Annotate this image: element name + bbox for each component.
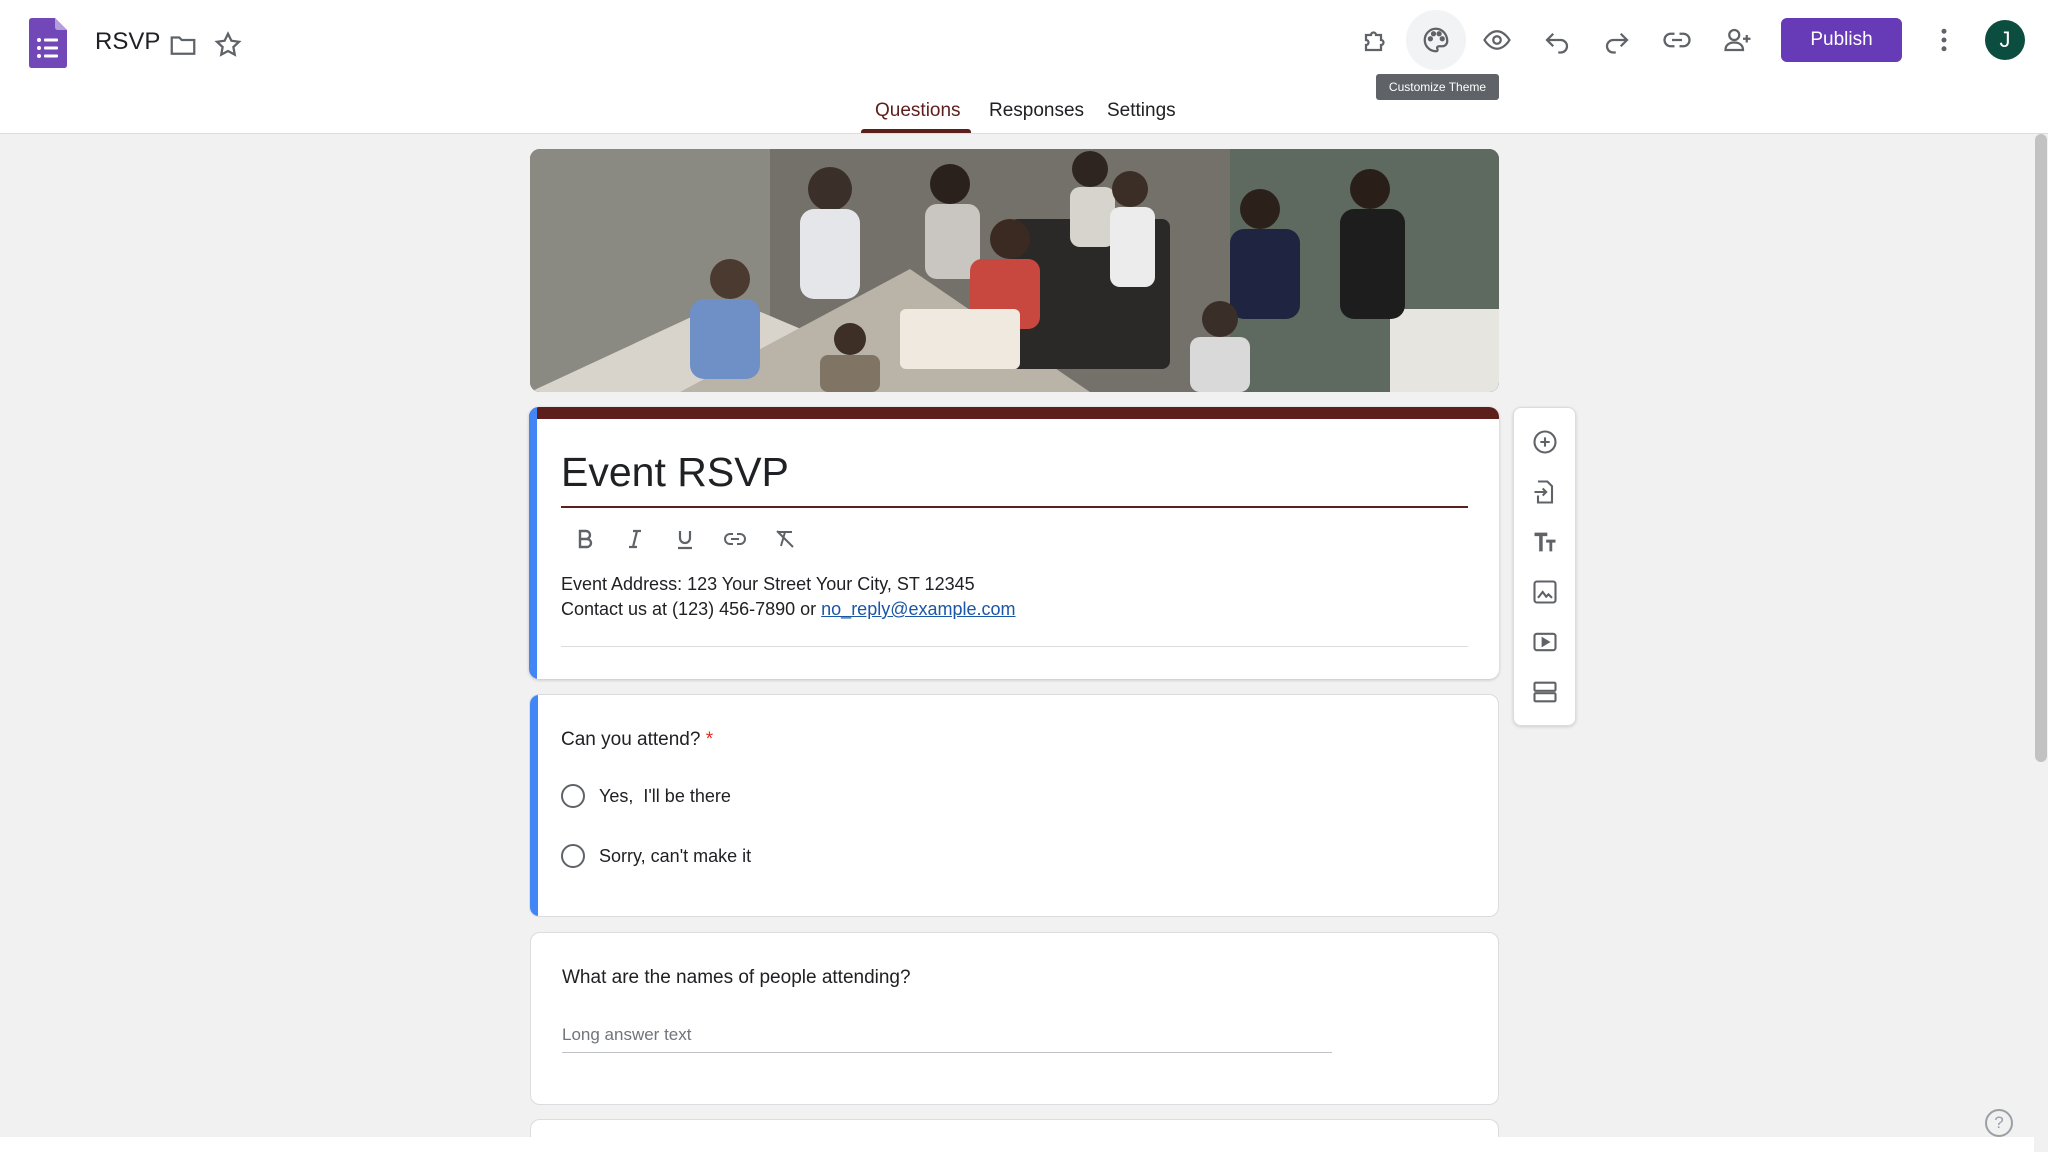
form-description[interactable]: Event Address: 123 Your Street Your City… [561,572,1016,622]
choice-option[interactable]: Sorry, can't make it [561,844,751,868]
form-tabs: Questions Responses Settings [0,96,2048,134]
underline-icon[interactable] [667,521,703,557]
add-title-icon[interactable] [1524,521,1566,563]
long-answer-placeholder: Long answer text [562,1025,692,1044]
focus-indicator [529,407,537,679]
question-text: What are the names of people attending? [562,967,911,988]
add-collaborator-icon[interactable] [1716,18,1760,62]
add-ons-icon[interactable] [1354,18,1398,62]
import-questions-icon[interactable] [1524,471,1566,513]
radio-button[interactable] [561,844,585,868]
bold-icon[interactable] [567,521,603,557]
active-tab-indicator [861,129,971,133]
account-avatar[interactable]: J [1985,20,2025,60]
palette-icon[interactable] [1406,10,1466,70]
floating-side-toolbar [1513,407,1576,726]
preview-eye-icon[interactable] [1475,18,1519,62]
option-label: Sorry, can't make it [599,845,752,866]
question-text: Can you attend? [561,729,701,750]
add-section-icon[interactable] [1524,671,1566,713]
add-video-icon[interactable] [1524,621,1566,663]
header-banner-image [530,149,1499,392]
more-vert-icon[interactable] [1922,18,1966,62]
scrollbar-thumb[interactable] [2035,134,2047,762]
focus-indicator [530,695,538,916]
viewport-bottom-edge [0,1137,2048,1152]
question-title: Can you attend? * [561,729,713,751]
question-card[interactable]: Can you attend? * Yes, I'll be there Sor… [529,694,1499,917]
answer-underline [562,1052,1332,1053]
form-title[interactable]: Event RSVP [561,449,789,496]
radio-button[interactable] [561,784,585,808]
event-address-text: Event Address: 123 Your Street Your City… [561,574,975,594]
redo-icon[interactable] [1595,18,1639,62]
help-icon[interactable]: ? [1985,1109,2013,1137]
contact-email-link[interactable]: no_reply@example.com [821,599,1015,619]
option-label: Yes, I'll be there [599,785,731,806]
clear-formatting-icon[interactable] [767,521,803,557]
contact-line: Contact us at (123) 456-7890 or no_reply… [561,597,1016,622]
tab-settings[interactable]: Settings [1107,100,1176,122]
google-forms-icon[interactable] [29,18,67,68]
link-icon[interactable] [1655,18,1699,62]
choice-option[interactable]: Yes, I'll be there [561,784,731,808]
title-underline [561,506,1468,508]
description-underline [561,646,1468,647]
top-app-bar: RSVP Publish J Customize Theme Questions… [0,0,2048,134]
text-format-toolbar [567,521,803,557]
publish-button[interactable]: Publish [1781,18,1902,62]
required-asterisk: * [705,729,714,750]
question-card[interactable]: What are the names of people attending? … [530,932,1499,1105]
contact-text: Contact us at (123) 456-7890 or [561,599,822,619]
add-image-icon[interactable] [1524,571,1566,613]
star-icon[interactable] [206,23,250,67]
tab-questions[interactable]: Questions [875,100,961,122]
theme-color-strip [529,407,1499,419]
add-question-icon[interactable] [1524,421,1566,463]
document-title[interactable]: RSVP [95,28,160,56]
tab-responses[interactable]: Responses [989,100,1084,122]
italic-icon[interactable] [617,521,653,557]
link-icon[interactable] [717,521,753,557]
folder-icon[interactable] [161,23,205,67]
form-title-card[interactable]: Event RSVP Event Address: 123 Your Stree… [529,407,1499,679]
undo-icon[interactable] [1535,18,1579,62]
